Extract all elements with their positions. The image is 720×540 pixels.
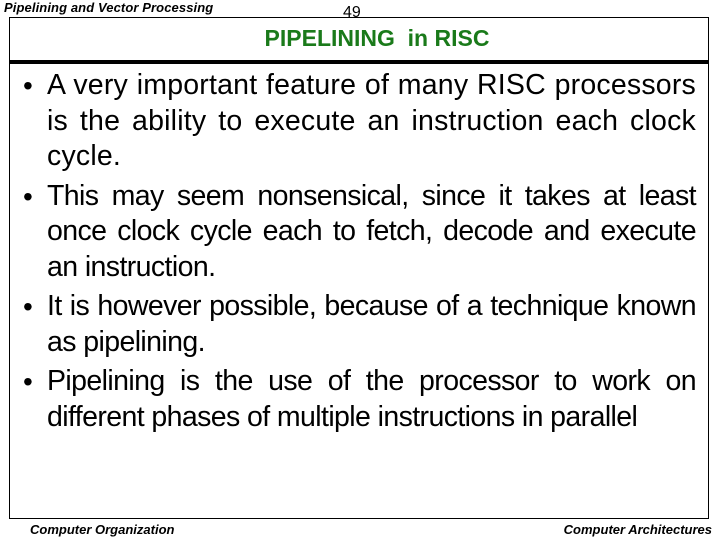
bullet-text: It is however possible, because of a tec… — [47, 290, 697, 358]
bullet-text: Pipelining is the use of the processor t… — [47, 365, 697, 433]
title-box: PIPELINING in RISC — [10, 18, 708, 64]
bullet-text: A very important feature of many RISC pr… — [47, 69, 696, 172]
footer-course: Computer Organization — [30, 522, 175, 537]
bullet-list: • A very important feature of many RISC … — [22, 68, 697, 439]
bullet-icon: • — [23, 291, 33, 322]
bullet-icon: • — [23, 366, 33, 397]
footer-topic: Computer Architectures — [563, 522, 712, 537]
bullet-item: • This may seem nonsensical, since it ta… — [22, 179, 697, 286]
bullet-item: • It is however possible, because of a t… — [22, 289, 697, 360]
slide-title: PIPELINING in RISC — [264, 25, 490, 51]
bullet-text: This may seem nonsensical, since it take… — [47, 179, 697, 283]
section-header: Pipelining and Vector Processing — [4, 0, 214, 15]
slide-frame: PIPELINING in RISC • A very important fe… — [9, 17, 709, 519]
bullet-icon: • — [23, 70, 34, 101]
bullet-item: • A very important feature of many RISC … — [22, 68, 696, 175]
bullet-icon: • — [23, 180, 33, 212]
bullet-item: • Pipelining is the use of the processor… — [22, 364, 697, 435]
